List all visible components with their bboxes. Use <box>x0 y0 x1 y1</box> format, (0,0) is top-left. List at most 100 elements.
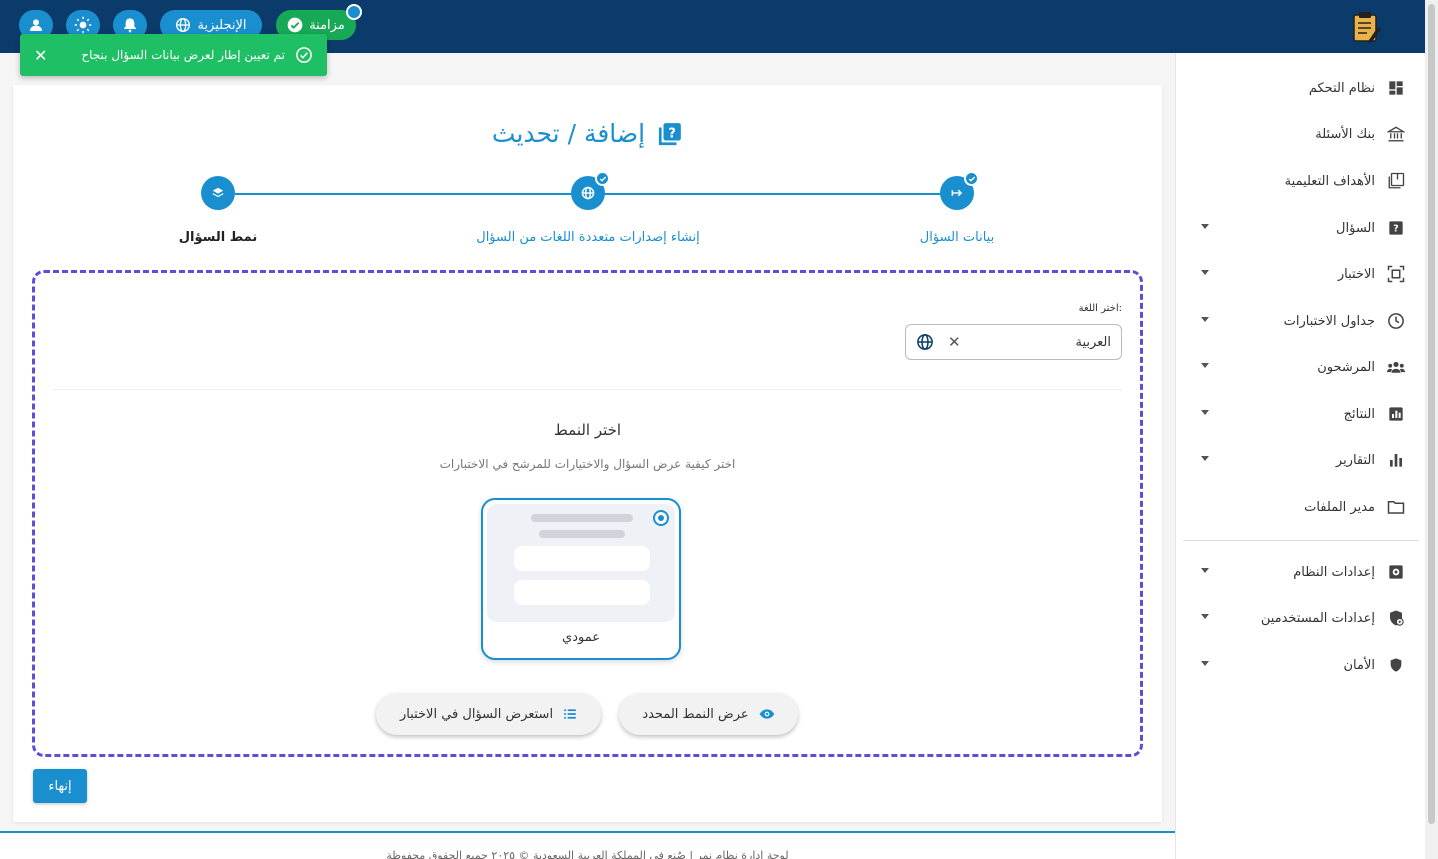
step-3-circle[interactable] <box>201 176 235 210</box>
pattern-frame: اختر اللغة: ✕ العربية اختر النمط اختر كي… <box>32 270 1143 757</box>
question-book-icon: ? <box>658 122 681 145</box>
success-toast: ✕ تم تعيين إطار لعرض بيانات السؤال بنجاح <box>20 34 327 76</box>
page-title-text: إضافة / تحديث <box>491 119 646 148</box>
divider <box>53 389 1122 390</box>
pattern-option-name: عمودي <box>562 630 600 645</box>
sidebar-item-label: النتائج <box>1343 406 1375 422</box>
sidebar-item-file-manager[interactable]: مدير الملفات <box>1175 487 1425 527</box>
chevron-down-icon <box>1201 317 1209 322</box>
preview-in-exam-label: استعرض السؤال في الاختبار <box>399 706 554 722</box>
preview-selected-label: عرض النمط المحدد <box>642 706 749 722</box>
layers-icon <box>212 187 224 198</box>
arrow-right-icon <box>951 189 963 197</box>
toast-message: تم تعيين إطار لعرض بيانات السؤال بنجاح <box>81 48 285 62</box>
sync-status-dot <box>346 4 362 20</box>
preview-option-box <box>514 580 650 605</box>
folder-icon <box>1387 498 1405 516</box>
scan-icon <box>1387 265 1405 283</box>
svg-text:?: ? <box>1393 223 1398 234</box>
user-shield-icon <box>1387 609 1405 627</box>
main-card: إضافة / تحديث ? بيانات السؤال إنشاء إصدا… <box>13 85 1162 822</box>
globe-icon <box>581 186 595 200</box>
sidebar-item-exam-schedules[interactable]: جداول الاختبارات <box>1175 301 1425 341</box>
step-1-circle[interactable] <box>940 171 979 210</box>
chevron-down-icon <box>1201 661 1209 666</box>
language-select[interactable]: ✕ العربية <box>905 324 1122 360</box>
sidebar-divider <box>1183 540 1419 541</box>
question-icon: ? <box>1387 219 1405 237</box>
chevron-down-icon <box>1201 363 1209 368</box>
check-circle-icon <box>296 47 312 63</box>
pattern-title: اختر النمط <box>553 421 622 439</box>
page-title: إضافة / تحديث ? <box>13 119 1162 148</box>
step-2-label: إنشاء إصدارات متعددة اللغات من السؤال <box>476 230 700 245</box>
pattern-preview <box>487 504 675 622</box>
chevron-down-icon <box>1201 224 1209 229</box>
bank-icon <box>1387 125 1405 143</box>
sidebar-item-question-bank[interactable]: بنك الأسئلة <box>1175 114 1425 154</box>
shield-icon <box>1387 656 1405 674</box>
sidebar-item-label: المرشحون <box>1317 359 1375 375</box>
finish-button[interactable]: إنهاء <box>33 769 87 803</box>
check-circle-icon <box>287 17 303 33</box>
sidebar-item-label: الأمان <box>1343 657 1376 673</box>
sidebar-item-candidates[interactable]: المرشحون <box>1175 347 1425 387</box>
sidebar-item-label: التقارير <box>1335 452 1375 468</box>
sidebar-item-user-settings[interactable]: إعدادات المستخدمين <box>1175 598 1425 638</box>
clock-icon <box>1387 312 1405 330</box>
svg-text:?: ? <box>668 126 676 141</box>
eye-icon <box>759 709 775 719</box>
preview-selected-pattern-button[interactable]: عرض النمط المحدد <box>619 693 798 735</box>
sidebar: نظام التحكم بنك الأسئلة الأهداف التعليمي… <box>1175 53 1425 859</box>
sun-icon <box>74 16 92 34</box>
preview-line <box>531 514 633 522</box>
chevron-down-icon <box>1201 270 1209 275</box>
people-icon <box>1387 358 1405 376</box>
globe-icon <box>917 334 933 350</box>
scrollbar-thumb[interactable] <box>1428 4 1435 824</box>
dashboard-icon <box>1387 79 1405 97</box>
step-2-circle[interactable] <box>571 171 610 210</box>
chevron-down-icon <box>1201 456 1209 461</box>
language-select-label: اختر اللغة: <box>1078 303 1122 314</box>
sidebar-item-label: جداول الاختبارات <box>1283 313 1375 329</box>
sidebar-item-exam[interactable]: الاختبار <box>1175 254 1425 294</box>
app-logo <box>1353 12 1381 43</box>
language-label: الإنجليزية <box>197 17 247 33</box>
sidebar-item-label: السؤال <box>1336 220 1375 236</box>
pattern-option-vertical[interactable]: عمودي <box>481 498 681 660</box>
pattern-subtitle: اختر كيفية عرض السؤال والاختيارات للمرشح… <box>439 457 736 471</box>
step-1-check-icon <box>964 171 979 186</box>
sidebar-item-dashboard[interactable]: نظام التحكم <box>1175 68 1425 108</box>
sidebar-item-label: الاختبار <box>1337 266 1375 282</box>
sidebar-item-reports[interactable]: التقارير <box>1175 440 1425 480</box>
step-3-label: نمط السؤال <box>178 230 258 245</box>
book-icon <box>1387 172 1405 190</box>
list-icon <box>564 709 576 719</box>
sidebar-item-learning-objectives[interactable]: الأهداف التعليمية <box>1175 161 1425 201</box>
sidebar-item-label: مدير الملفات <box>1304 499 1375 515</box>
chart-box-icon <box>1387 405 1405 423</box>
clear-icon[interactable]: ✕ <box>948 333 961 351</box>
preview-in-exam-button[interactable]: استعرض السؤال في الاختبار <box>376 693 601 735</box>
user-icon <box>30 19 42 31</box>
sidebar-item-results[interactable]: النتائج <box>1175 394 1425 434</box>
preview-option-box <box>514 546 650 571</box>
sidebar-item-system-settings[interactable]: إعدادات النظام <box>1175 552 1425 592</box>
chevron-down-icon <box>1201 568 1209 573</box>
globe-icon <box>176 18 191 32</box>
chevron-down-icon <box>1201 410 1209 415</box>
radio-selected-icon[interactable] <box>653 510 669 526</box>
sidebar-item-label: نظام التحكم <box>1308 80 1375 96</box>
sync-label: مزامنة <box>309 17 345 33</box>
step-2-check-icon <box>595 171 610 186</box>
close-icon[interactable]: ✕ <box>34 46 47 65</box>
page-scrollbar[interactable] <box>1425 0 1438 859</box>
sidebar-item-question[interactable]: السؤال ? <box>1175 208 1425 248</box>
bar-chart-icon <box>1387 451 1405 469</box>
sidebar-item-label: إعدادات المستخدمين <box>1260 610 1375 626</box>
preview-line <box>539 530 625 538</box>
sidebar-item-security[interactable]: الأمان <box>1175 645 1425 685</box>
step-1-label: بيانات السؤال <box>919 230 995 245</box>
sidebar-item-label: إعدادات النظام <box>1293 564 1375 580</box>
